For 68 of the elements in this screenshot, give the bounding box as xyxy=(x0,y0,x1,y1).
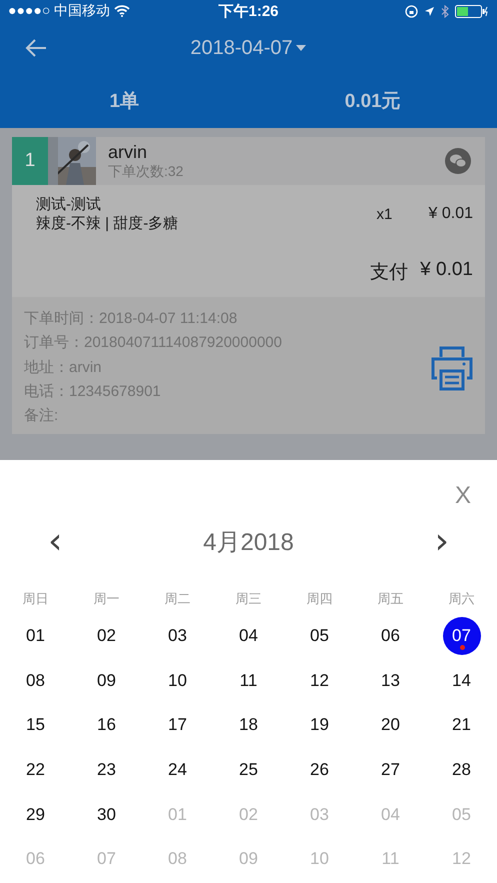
item-options: 辣度-不辣 | 甜度-多糖 xyxy=(36,214,377,233)
calendar-day[interactable]: 19 xyxy=(300,706,338,744)
pay-amount: ¥ 0.01 xyxy=(420,259,473,282)
weekday-label: 周四 xyxy=(306,590,334,608)
calendar-day[interactable]: 01 xyxy=(16,617,54,656)
date-dropdown[interactable]: 2018-04-07 xyxy=(190,36,307,60)
pay-label: 支付 xyxy=(370,261,408,285)
calendar-day[interactable]: 15 xyxy=(16,706,54,744)
status-time: 下午1:26 xyxy=(218,2,279,20)
calendar-day[interactable]: 13 xyxy=(372,662,410,700)
calendar-day[interactable]: 09 xyxy=(88,662,126,700)
month-title: 4月2018 xyxy=(203,528,294,558)
order-number-badge: 1 xyxy=(12,137,48,185)
previous-month-button[interactable]: ‹ xyxy=(48,522,62,562)
order-detail: 订单号：201804071114087920000000 xyxy=(24,333,283,354)
calendar-day[interactable]: 26 xyxy=(300,751,338,790)
calendar-day[interactable]: 05 xyxy=(300,617,338,656)
order-count-total: 1单 xyxy=(108,90,140,114)
item-quantity: x1 xyxy=(376,206,394,222)
location-icon xyxy=(424,6,435,16)
battery-icon xyxy=(455,4,489,18)
calendar-day[interactable]: 28 xyxy=(442,751,480,790)
calendar-day[interactable]: 03 xyxy=(158,617,196,656)
order-detail: 备注: xyxy=(24,406,60,426)
order-detail: 下单时间：2018-04-07 11:14:08 xyxy=(24,309,238,329)
calendar-day[interactable]: 24 xyxy=(158,751,196,790)
calendar-day[interactable]: 27 xyxy=(372,751,410,790)
caret-icon xyxy=(294,44,307,52)
calendar-day[interactable]: 14 xyxy=(442,662,480,700)
customer-name: arvin xyxy=(108,142,148,162)
calendar-day[interactable]: 10 xyxy=(158,662,196,700)
weekday-label: 周一 xyxy=(92,590,120,608)
calendar-day[interactable]: 02 xyxy=(88,617,126,656)
calendar-day[interactable]: 11 xyxy=(230,662,268,700)
item-name: 测试-测试 xyxy=(36,195,102,214)
next-month-button[interactable]: › xyxy=(434,522,449,562)
calendar-day[interactable]: 06 xyxy=(372,617,410,656)
rotation-lock-icon xyxy=(405,4,418,18)
item-price: ¥ 0.01 xyxy=(428,205,473,223)
calendar-day[interactable]: 22 xyxy=(16,751,54,790)
calendar-day[interactable]: 07 xyxy=(442,617,480,656)
weekday-label: 周二 xyxy=(164,590,192,608)
weekday-label: 周三 xyxy=(234,590,262,608)
order-detail: 电话：12345678901 xyxy=(24,382,162,402)
weekday-label: 周五 xyxy=(376,590,404,608)
calendar-day[interactable]: 12 xyxy=(300,662,338,700)
weekday-label: 周日 xyxy=(22,590,50,608)
calendar-day[interactable]: 29 xyxy=(16,796,54,834)
calendar-day[interactable]: 17 xyxy=(158,706,196,744)
order-count: 下单次数:32 xyxy=(108,162,184,180)
calendar-day[interactable]: 30 xyxy=(88,796,126,834)
calendar-day[interactable]: 20 xyxy=(372,706,410,744)
weekday-label: 周六 xyxy=(448,590,476,608)
bluetooth-icon xyxy=(441,4,449,18)
carrier-label: ●●●●○ 中国移动 xyxy=(8,2,110,20)
chat-bubbles-icon xyxy=(445,148,471,174)
calendar-day[interactable]: 16 xyxy=(88,706,126,744)
calendar-day[interactable]: 04 xyxy=(230,617,268,656)
calendar-day[interactable]: 25 xyxy=(230,751,268,790)
calendar-day[interactable]: 18 xyxy=(230,706,268,744)
calendar-day[interactable]: 08 xyxy=(16,662,54,700)
calendar-day[interactable]: 21 xyxy=(442,706,480,744)
back-button[interactable] xyxy=(24,37,48,59)
printer-icon[interactable] xyxy=(431,344,473,391)
wifi-icon xyxy=(114,5,130,17)
amount-total: 0.01元 xyxy=(344,90,402,114)
order-detail: 地址：arvin xyxy=(24,358,103,378)
calendar-day[interactable]: 23 xyxy=(88,751,126,790)
